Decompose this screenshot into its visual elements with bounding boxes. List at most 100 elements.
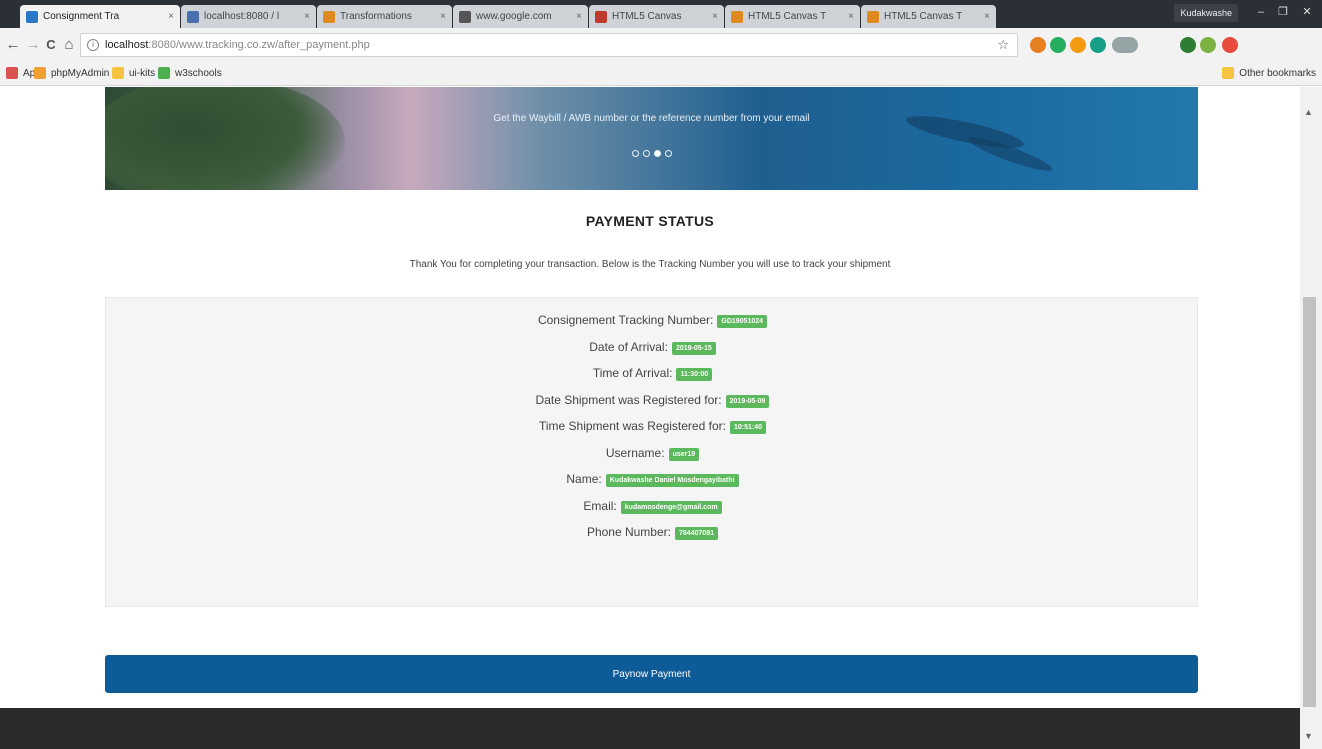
tab-label: Consignment Tra bbox=[43, 11, 120, 22]
page-footer bbox=[0, 708, 1300, 749]
tab-label: www.google.com bbox=[476, 11, 552, 22]
carousel-dot[interactable] bbox=[642, 150, 650, 157]
extension-icon[interactable] bbox=[1112, 37, 1138, 53]
tab-favicon-icon bbox=[26, 10, 38, 23]
detail-row: Consignement Tracking Number: GD19051024 bbox=[106, 313, 1199, 328]
detail-label: Name bbox=[566, 472, 599, 486]
bookmark-icon bbox=[34, 67, 46, 79]
carousel-dot[interactable] bbox=[653, 150, 661, 157]
detail-row: Phone Number: 784407091 bbox=[106, 525, 1199, 540]
detail-label: Username bbox=[605, 445, 662, 460]
bookmark-icon bbox=[112, 67, 124, 79]
detail-row: Username: user19 bbox=[106, 446, 1199, 461]
tab-close-icon[interactable]: × bbox=[164, 11, 174, 22]
tab-favicon-icon bbox=[867, 10, 879, 23]
detail-row: Email: kudamosdenge@gmail.com bbox=[106, 499, 1199, 514]
detail-row: Time Shipment was Registered for: 10:51:4… bbox=[106, 419, 1199, 434]
other-bookmarks-label: Other bookmarks bbox=[1239, 67, 1316, 79]
address-bar[interactable]: i localhost :8080/www.tracking.co.zw/aft… bbox=[80, 33, 1018, 57]
bookmark-star-icon[interactable]: ☆ bbox=[997, 37, 1009, 53]
bookmark-icon bbox=[158, 67, 170, 79]
tab-strip: Consignment Tra × localhost:8080 / l × Trans… bbox=[0, 0, 1322, 28]
bookmark-label: ui-kits bbox=[129, 67, 156, 79]
window-close-button[interactable]: ✕ bbox=[1296, 3, 1318, 21]
minimize-button[interactable]: – bbox=[1250, 3, 1272, 21]
browser-tab[interactable]: HTML5 Canvas × bbox=[589, 5, 724, 28]
browser-tab[interactable]: HTML5 Canvas T × bbox=[725, 5, 860, 28]
tab-label: HTML5 Canvas T bbox=[884, 11, 963, 22]
detail-label: Consignement Tracking Number bbox=[537, 313, 711, 327]
forward-button[interactable]: → bbox=[24, 36, 42, 54]
detail-row: Date Shipment was Registered for: 2019-05… bbox=[106, 393, 1199, 408]
page-viewport: Get the Waybill / AWB number or the refe… bbox=[0, 87, 1300, 749]
detail-label: Date Shipment was Registered for bbox=[535, 392, 719, 407]
detail-row: Name: Kudakwashe Daniel Mosdengayibathi bbox=[106, 472, 1199, 487]
payment-details-card: Consignement Tracking Number: GD19051024 D… bbox=[105, 297, 1198, 607]
detail-row: Time of Arrival: 11:30:00 bbox=[106, 366, 1199, 381]
extension-icon[interactable] bbox=[1090, 37, 1106, 53]
paynow-payment-button[interactable]: Paynow Payment bbox=[105, 655, 1198, 693]
bookmark-item[interactable]: w3schools bbox=[158, 67, 222, 79]
scrollbar[interactable]: ▲ ▼ bbox=[1300, 87, 1322, 749]
carousel-dot[interactable] bbox=[631, 150, 639, 157]
maximize-button[interactable]: ❐ bbox=[1272, 3, 1294, 21]
browser-tab[interactable]: Consignment Tra × bbox=[20, 5, 180, 28]
browser-tab[interactable]: Transformations × bbox=[317, 5, 452, 28]
tab-favicon-icon bbox=[323, 10, 335, 23]
tab-close-icon[interactable]: × bbox=[436, 11, 446, 22]
carousel-indicators bbox=[105, 144, 1198, 162]
other-bookmarks[interactable]: Other bookmarks bbox=[1222, 67, 1316, 79]
detail-value-badge: user19 bbox=[668, 447, 700, 461]
carousel-dot[interactable] bbox=[664, 150, 672, 157]
detail-value-badge: kudamosdenge@gmail.com bbox=[620, 500, 722, 514]
page-title: PAYMENT STATUS bbox=[585, 213, 715, 229]
home-button[interactable]: ⌂ bbox=[60, 36, 78, 54]
thank-you-message: Thank You for completing your transactio… bbox=[409, 259, 891, 270]
scrollbar-thumb[interactable] bbox=[1303, 297, 1316, 707]
reload-button[interactable]: C bbox=[42, 36, 60, 54]
detail-label: Email bbox=[583, 498, 614, 513]
tab-favicon-icon bbox=[731, 10, 743, 23]
scroll-down-arrow-icon[interactable]: ▼ bbox=[1304, 731, 1313, 741]
tab-favicon-icon bbox=[459, 10, 471, 23]
detail-label: Time Shipment was Registered for bbox=[538, 419, 723, 433]
tab-close-icon[interactable]: × bbox=[572, 11, 582, 22]
tab-favicon-icon bbox=[595, 10, 607, 23]
folder-icon bbox=[1222, 67, 1235, 79]
extension-icon[interactable] bbox=[1050, 37, 1066, 53]
tab-favicon-icon bbox=[187, 10, 199, 23]
tab-close-icon[interactable]: × bbox=[300, 11, 310, 22]
tab-label: HTML5 Canvas bbox=[612, 11, 682, 22]
browser-tab[interactable]: HTML5 Canvas T × bbox=[861, 5, 996, 28]
detail-value-badge: 10:51:40 bbox=[729, 421, 766, 434]
extension-icon[interactable] bbox=[1070, 37, 1086, 53]
bookmark-icon bbox=[6, 67, 18, 79]
info-icon[interactable]: i bbox=[87, 39, 99, 51]
hero-land-shape bbox=[105, 87, 345, 190]
tab-close-icon[interactable]: × bbox=[708, 11, 718, 22]
scroll-up-arrow-icon[interactable]: ▲ bbox=[1304, 107, 1313, 117]
back-button[interactable]: ← bbox=[4, 36, 22, 54]
window-user-label[interactable]: Kudakwashe bbox=[1174, 4, 1238, 22]
tab-label: HTML5 Canvas T bbox=[748, 11, 827, 22]
bookmark-item[interactable]: phpMyAdmin bbox=[34, 67, 109, 79]
tab-close-icon[interactable]: × bbox=[980, 11, 990, 22]
detail-value-badge: Kudakwashe Daniel Mosdengayibathi bbox=[605, 474, 739, 487]
browser-tab[interactable]: www.google.com × bbox=[453, 5, 588, 28]
extension-icon[interactable] bbox=[1180, 37, 1196, 53]
bookmark-label: w3schools bbox=[175, 67, 222, 79]
detail-value-badge: 11:30:00 bbox=[676, 368, 713, 381]
tab-label: Transformations bbox=[340, 11, 412, 22]
extension-icon[interactable] bbox=[1030, 37, 1046, 53]
detail-value-badge: 2019-05-09 bbox=[725, 394, 770, 408]
tab-close-icon[interactable]: × bbox=[844, 11, 854, 22]
bookmark-label: phpMyAdmin bbox=[51, 67, 110, 79]
extension-icon[interactable] bbox=[1200, 37, 1216, 53]
detail-row: Date of Arrival: 2019-05-15 bbox=[106, 340, 1199, 355]
extension-icon[interactable] bbox=[1222, 37, 1238, 53]
hero-carousel: Get the Waybill / AWB number or the refe… bbox=[105, 87, 1198, 190]
bookmark-item[interactable]: ui-kits bbox=[112, 67, 155, 79]
detail-value-badge: 2019-05-15 bbox=[671, 341, 716, 355]
tab-label: localhost:8080 / l bbox=[204, 11, 280, 22]
browser-tab[interactable]: localhost:8080 / l × bbox=[181, 5, 316, 28]
